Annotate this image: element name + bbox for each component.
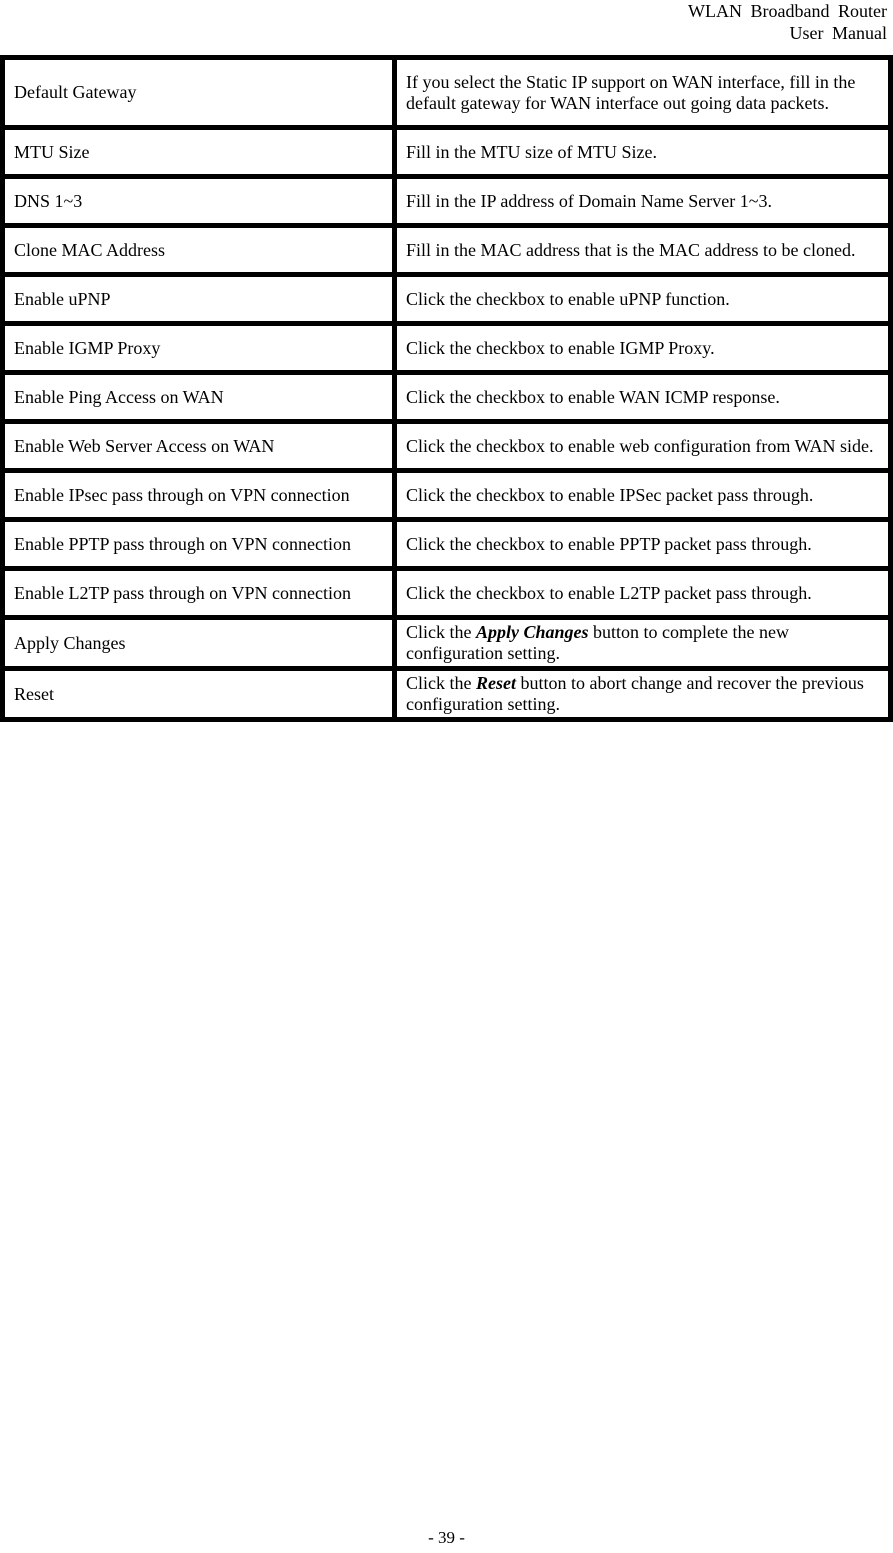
item-cell: Enable PPTP pass through on VPN connecti… [0,517,397,571]
table-row: MTU Size Fill in the MTU size of MTU Siz… [0,125,893,179]
table-row: Enable L2TP pass through on VPN connecti… [0,566,893,620]
description-cell: Click the checkbox to enable WAN ICMP re… [392,370,893,424]
item-cell: Reset [0,666,397,722]
settings-description-table: Default Gateway If you select the Static… [0,55,893,722]
table-row: Enable IPsec pass through on VPN connect… [0,468,893,522]
description-cell: Click the checkbox to enable uPNP functi… [392,272,893,326]
item-cell: DNS 1~3 [0,174,397,228]
description-cell: If you select the Static IP support on W… [392,55,893,130]
description-cell: Click the checkbox to enable IPSec packe… [392,468,893,522]
item-cell: Enable IGMP Proxy [0,321,397,375]
apply-changes-emphasis: Apply Changes [476,622,589,642]
header-title: WLAN Broadband Router [688,1,887,21]
table-row: Enable uPNP Click the checkbox to enable… [0,272,893,326]
item-cell: Clone MAC Address [0,223,397,277]
header-subtitle: User Manual [789,23,887,43]
table-row: Enable Ping Access on WAN Click the chec… [0,370,893,424]
description-cell: Click the Apply Changes button to comple… [392,615,893,671]
desc-prefix: Click the [406,622,476,642]
description-cell: Click the checkbox to enable L2TP packet… [392,566,893,620]
item-cell: Enable Ping Access on WAN [0,370,397,424]
page-number: - 39 - [428,1528,465,1547]
description-cell: Fill in the IP address of Domain Name Se… [392,174,893,228]
reset-emphasis: Reset [476,673,516,693]
table-row: Enable PPTP pass through on VPN connecti… [0,517,893,571]
table-row: Enable Web Server Access on WAN Click th… [0,419,893,473]
description-cell: Click the checkbox to enable web configu… [392,419,893,473]
running-header: WLAN Broadband Router User Manual [688,0,887,44]
table-row: Apply Changes Click the Apply Changes bu… [0,615,893,671]
item-cell: Enable IPsec pass through on VPN connect… [0,468,397,522]
description-cell: Click the Reset button to abort change a… [392,666,893,722]
table-row: DNS 1~3 Fill in the IP address of Domain… [0,174,893,228]
table-row: Enable IGMP Proxy Click the checkbox to … [0,321,893,375]
table-row: Default Gateway If you select the Static… [0,55,893,130]
description-cell: Click the checkbox to enable IGMP Proxy. [392,321,893,375]
table-row: Clone MAC Address Fill in the MAC addres… [0,223,893,277]
description-cell: Fill in the MAC address that is the MAC … [392,223,893,277]
description-cell: Fill in the MTU size of MTU Size. [392,125,893,179]
item-cell: Default Gateway [0,55,397,130]
item-cell: Enable L2TP pass through on VPN connecti… [0,566,397,620]
item-cell: Apply Changes [0,615,397,671]
table-row: Reset Click the Reset button to abort ch… [0,666,893,722]
item-cell: MTU Size [0,125,397,179]
item-cell: Enable Web Server Access on WAN [0,419,397,473]
item-cell: Enable uPNP [0,272,397,326]
description-cell: Click the checkbox to enable PPTP packet… [392,517,893,571]
desc-prefix: Click the [406,673,476,693]
